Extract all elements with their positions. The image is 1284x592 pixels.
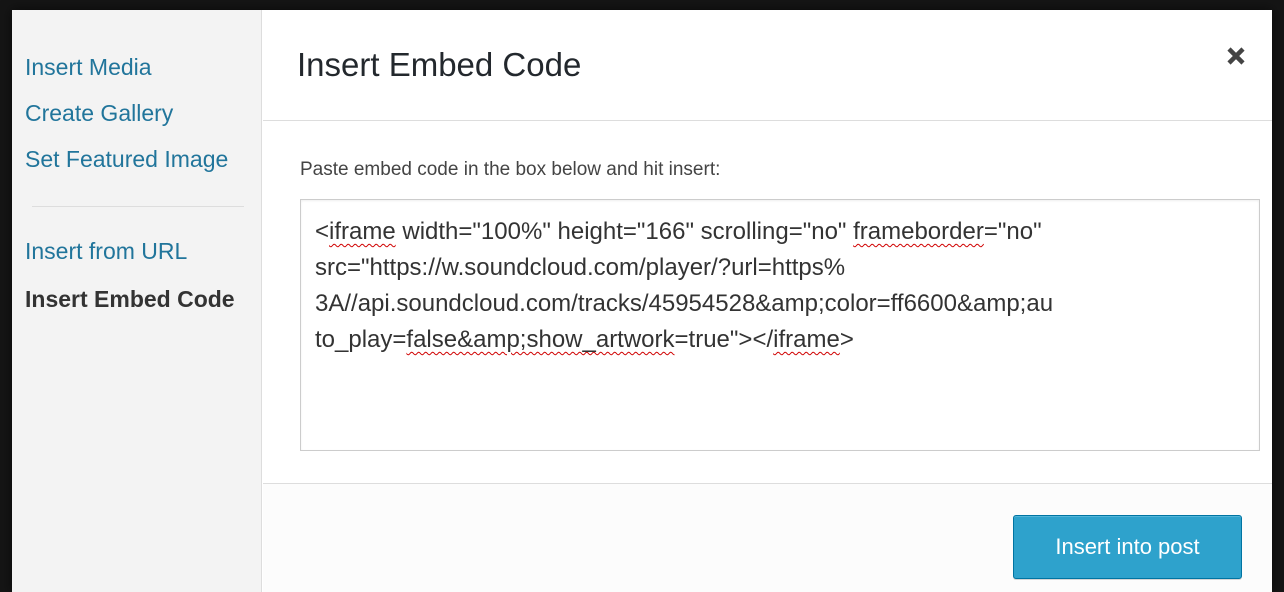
dialog-title: Insert Embed Code — [297, 46, 582, 83]
insert-into-post-button[interactable]: Insert into post — [1013, 515, 1242, 579]
code-segment: > — [839, 326, 854, 353]
embed-code-textarea[interactable]: <iframe width="100%" height="166" scroll… — [300, 199, 1260, 451]
sidebar-item-insert-from-url[interactable]: Insert from URL — [25, 238, 187, 265]
code-segment: ="no" — [983, 218, 1042, 245]
code-segment: 3A//api.soundcloud.com/tracks/45954528&a… — [315, 290, 1054, 317]
frame-title-bar: Insert Embed Code — [263, 10, 1272, 121]
sidebar-item-insert-media[interactable]: Insert Media — [25, 54, 152, 81]
embed-code-line: 3A//api.soundcloud.com/tracks/45954528&a… — [315, 286, 1245, 322]
code-segment: =true"></ — [674, 326, 774, 353]
code-segment-misspelled: iframe — [329, 218, 396, 245]
embed-code-line: <iframe width="100%" height="166" scroll… — [315, 214, 1245, 250]
media-modal: Insert Media Create Gallery Set Featured… — [12, 10, 1272, 592]
code-segment: width="100%" height="166" scrolling="no" — [395, 218, 854, 245]
code-segment: src="https://w.soundcloud.com/player/?ur… — [315, 254, 846, 281]
sidebar-item-insert-embed-code[interactable]: Insert Embed Code — [25, 286, 235, 313]
code-segment: to_play= — [315, 326, 407, 353]
media-menu-sidebar: Insert Media Create Gallery Set Featured… — [12, 10, 262, 592]
embed-code-line: src="https://w.soundcloud.com/player/?ur… — [315, 250, 1245, 286]
media-frame: Insert Embed Code Paste embed code in th… — [263, 10, 1272, 592]
sidebar-separator — [32, 206, 244, 207]
sidebar-item-create-gallery[interactable]: Create Gallery — [25, 100, 173, 127]
embed-code-line: to_play=false&amp;show_artwork=true"></i… — [315, 322, 1245, 358]
code-segment-misspelled: iframe — [773, 326, 840, 353]
sidebar-item-set-featured-image[interactable]: Set Featured Image — [25, 146, 228, 173]
embed-content: Paste embed code in the box below and hi… — [263, 121, 1272, 483]
instructions-text: Paste embed code in the box below and hi… — [300, 159, 721, 180]
code-segment: < — [315, 218, 330, 245]
close-icon — [1227, 47, 1245, 65]
code-segment-misspelled: frameborder — [853, 218, 984, 245]
frame-toolbar: Insert into post — [263, 483, 1272, 592]
close-button[interactable] — [1218, 38, 1254, 74]
code-segment-misspelled: false&amp;show_artwork — [406, 326, 675, 353]
